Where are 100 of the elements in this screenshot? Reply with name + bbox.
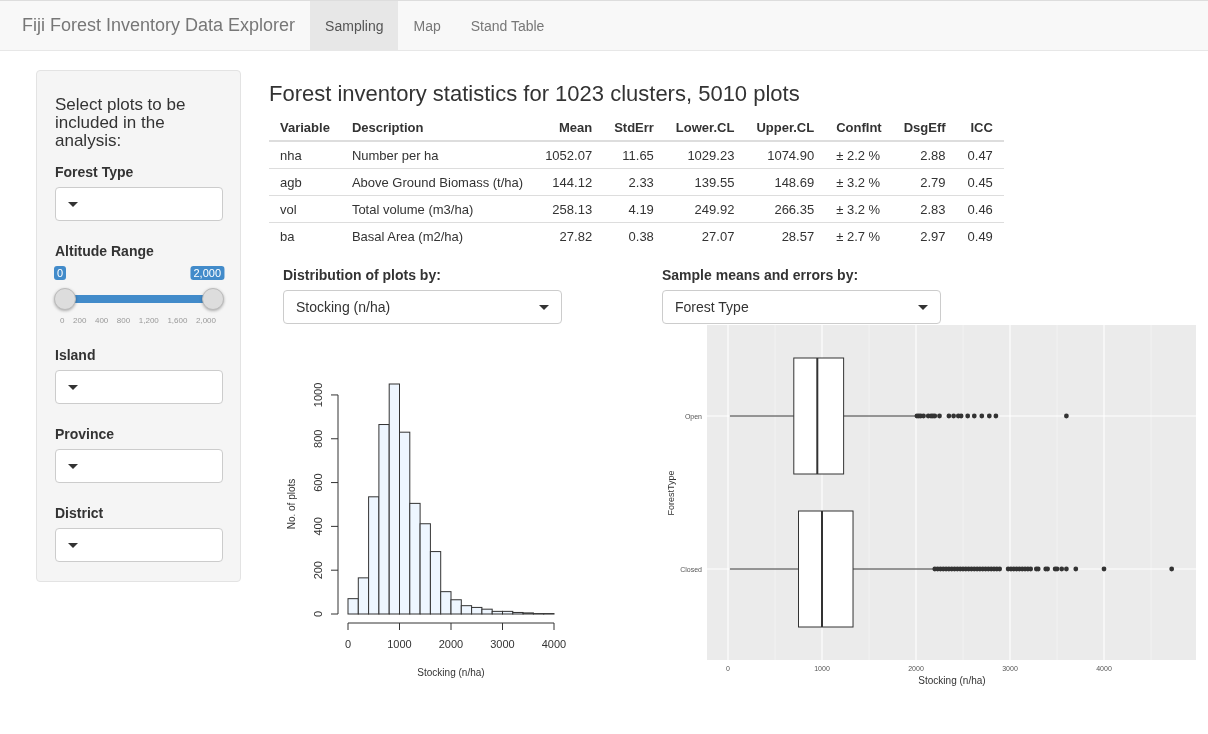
app-title: Fiji Forest Inventory Data Explorer [21,14,297,37]
table-cell: 2.33 [603,168,665,196]
filter-label: Island [55,347,97,363]
tick-label: 4000 [541,638,567,650]
table-cell: ba [269,222,341,249]
tick-label: 200 [312,561,324,580]
sidebar-heading: Select plots to be included in the analysis: [55,96,187,150]
dropdown[interactable] [55,187,223,221]
tick-label: 800 [312,429,324,448]
column-header: StdErr [603,115,665,141]
table-cell: 0.45 [956,168,1004,196]
table-cell: Basal Area (m2/ha) [340,222,535,249]
control-label: Sample means and errors by: [662,267,860,283]
histogram-bar [471,606,483,615]
slider-handle[interactable] [54,288,76,310]
column-header: Mean [534,115,604,141]
axis-title: Stocking (n/ha) [918,675,986,686]
table-cell: 144.12 [534,168,604,196]
table-cell: 249.92 [664,195,746,223]
table-cell: 27.82 [534,222,604,249]
table-cell: 1074.90 [745,141,826,169]
tick-label: 0 [312,610,324,618]
tick-label: 600 [312,473,324,492]
tick-label: 1000 [312,382,324,408]
table-cell: vol [269,195,341,223]
filter-label: Forest Type [55,164,135,180]
nav-tab[interactable]: Map [398,1,456,50]
axis-title: ForestType [666,470,676,516]
table-cell: 258.13 [534,195,604,223]
table-cell: 266.35 [745,195,826,223]
table-cell: 2.83 [892,195,957,223]
slider-value: 0 [54,266,67,280]
tick-label: 2000 [438,638,464,650]
tick-label: 1,600 [167,316,188,325]
table-cell: 2.88 [892,141,957,169]
outlier-point [1101,566,1107,572]
caret-icon [68,201,78,207]
table-cell: agb [269,168,341,196]
table-cell: ± 3.2 % [825,195,893,223]
tick-label: 0 [60,316,65,325]
filter-label: District [55,505,105,521]
nav-tab[interactable]: Sampling [310,1,399,50]
outlier-point [1064,413,1069,419]
caret-icon [918,304,928,310]
caret-icon [68,463,78,469]
tick-label: 1,200 [138,316,159,325]
tick-label: 3000 [490,638,515,650]
table-cell: 0.47 [956,141,1004,169]
column-header: ICC [956,115,1004,141]
table-cell: ± 2.7 % [825,222,893,249]
tick-label: 200 [73,316,87,325]
caret-icon [68,384,78,390]
outlier-point [1169,566,1175,572]
outlier-point [1073,566,1079,572]
tick-label: 400 [312,517,324,536]
column-header: Description [340,115,535,141]
table-cell: 1029.23 [664,141,746,169]
table-cell: 2.97 [892,222,957,249]
column-header: Upper.CL [745,115,826,141]
range-slider[interactable] [54,288,224,310]
table-cell: 2.79 [892,168,957,196]
filter-label: Altitude Range [55,243,155,259]
dropdown[interactable] [55,528,223,562]
slider-handle[interactable] [202,288,224,310]
axis-title: Stocking (n/ha) [417,667,485,678]
tick-label: 0 [344,638,352,650]
table-cell: Total volume (m3/ha) [340,195,535,223]
page-heading: Forest inventory statistics for 1023 clusters, 5010 plots [269,81,801,107]
caret-icon [68,542,78,548]
dropdown[interactable]: Stocking (n/ha) [283,290,562,324]
control-label: Distribution of plots by: [283,267,442,283]
table-cell: 28.57 [745,222,826,249]
table-cell: 11.65 [603,141,665,169]
tick-label: 2,000 [195,316,216,325]
table-cell: Above Ground Biomass (t/ha) [340,168,535,196]
tick-label: 400 [94,316,109,325]
slider-value: 2,000 [190,266,224,280]
table-cell: nha [269,141,341,169]
table-cell: ± 2.2 % [825,141,893,169]
filter-label: Province [55,426,116,442]
table-cell: 139.55 [664,168,746,196]
tick-label: 800 [116,316,131,325]
dropdown[interactable] [55,449,223,483]
table-cell: 1052.07 [534,141,604,169]
table-cell: 148.69 [745,168,826,196]
table-cell: 4.19 [603,195,665,223]
column-header: DsgEff [892,115,957,141]
column-header: ConfInt [825,115,893,141]
table-cell: Number per ha [340,141,535,169]
table-cell: 0.38 [603,222,665,249]
table-cell: 27.07 [664,222,746,249]
dropdown[interactable] [55,370,223,404]
table-cell: 0.46 [956,195,1004,223]
caret-icon [539,304,549,310]
table-cell: ± 3.2 % [825,168,893,196]
axis-title: No. of plots [286,478,297,530]
dropdown[interactable]: Forest Type [662,290,941,324]
tick-label: 1000 [387,638,412,650]
column-header: Variable [269,115,341,141]
nav-tab[interactable]: Stand Table [455,1,560,50]
